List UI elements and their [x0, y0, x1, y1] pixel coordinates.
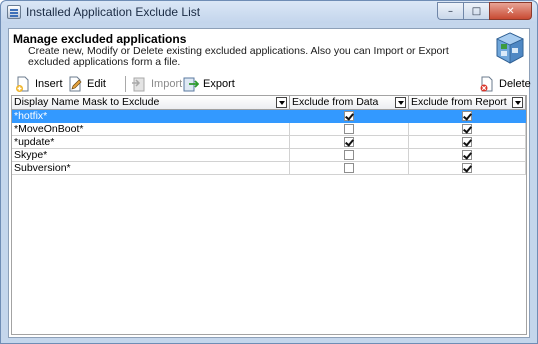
app-name-cell[interactable]: *update*	[12, 136, 290, 149]
page-title: Manage excluded applications	[13, 32, 187, 46]
exclude-report-cell	[409, 123, 526, 136]
client-area: Manage excluded applications Create new,…	[8, 28, 531, 338]
exclude-report-checkbox[interactable]	[462, 111, 472, 121]
column-header-label: Display Name Mask to Exclude	[14, 96, 160, 108]
table-row[interactable]: Skype*	[12, 149, 526, 162]
window-controls: – □ ✕	[437, 2, 532, 20]
exclude-data-cell	[290, 123, 409, 136]
edit-label: Edit	[87, 78, 106, 90]
delete-button[interactable]: Delete	[479, 75, 531, 93]
export-button[interactable]: Export	[183, 75, 235, 93]
exclude-data-checkbox[interactable]	[344, 124, 354, 134]
column-filter-dropdown-icon[interactable]	[512, 97, 523, 108]
title-bar[interactable]: Installed Application Exclude List – □ ✕	[1, 1, 537, 23]
delete-document-icon	[480, 76, 493, 92]
import-icon	[132, 77, 145, 92]
column-header-exclude-data[interactable]: Exclude from Data	[290, 96, 409, 110]
exclude-data-checkbox[interactable]	[344, 150, 354, 160]
table-row[interactable]: Subversion*	[12, 162, 526, 175]
header-panel: Manage excluded applications Create new,…	[9, 29, 529, 71]
exclude-report-checkbox[interactable]	[462, 163, 472, 173]
window-title: Installed Application Exclude List	[26, 5, 201, 19]
column-filter-dropdown-icon[interactable]	[395, 97, 406, 108]
delete-label: Delete	[499, 78, 531, 90]
exclude-data-cell	[290, 162, 409, 175]
application-cube-icon	[496, 32, 524, 64]
exclude-data-cell	[290, 110, 409, 123]
column-header-label: Exclude from Data	[292, 96, 379, 108]
edit-pencil-icon	[69, 76, 82, 92]
app-name-cell[interactable]: Subversion*	[12, 162, 290, 175]
exclude-report-checkbox[interactable]	[462, 150, 472, 160]
app-window: Installed Application Exclude List – □ ✕…	[0, 0, 538, 344]
toolbar: Insert Edit Import Export Delete	[9, 73, 531, 95]
insert-document-icon	[16, 76, 29, 92]
app-name-cell[interactable]: *MoveOnBoot*	[12, 123, 290, 136]
table-row[interactable]: *MoveOnBoot*	[12, 123, 526, 136]
close-button[interactable]: ✕	[489, 2, 532, 20]
column-filter-dropdown-icon[interactable]	[276, 97, 287, 108]
grid-header: Display Name Mask to Exclude Exclude fro…	[12, 96, 526, 110]
import-button[interactable]: Import	[131, 75, 182, 93]
app-list-icon	[7, 5, 21, 19]
exclude-report-cell	[409, 162, 526, 175]
export-label: Export	[203, 78, 235, 90]
exclude-data-checkbox[interactable]	[344, 163, 354, 173]
column-header-exclude-report[interactable]: Exclude from Report	[409, 96, 526, 110]
insert-button[interactable]: Insert	[15, 75, 63, 93]
exclude-grid[interactable]: Display Name Mask to Exclude Exclude fro…	[11, 95, 527, 335]
app-name-cell[interactable]: *hotfix*	[12, 110, 290, 123]
exclude-data-checkbox[interactable]	[344, 137, 354, 147]
column-header-label: Exclude from Report	[411, 96, 507, 108]
app-name-cell[interactable]: Skype*	[12, 149, 290, 162]
exclude-data-cell	[290, 149, 409, 162]
column-header-name[interactable]: Display Name Mask to Exclude	[12, 96, 290, 110]
exclude-report-checkbox[interactable]	[462, 124, 472, 134]
minimize-button[interactable]: –	[437, 2, 463, 20]
page-description: Create new, Modify or Delete existing ex…	[28, 45, 449, 68]
edit-button[interactable]: Edit	[67, 75, 106, 93]
export-icon	[183, 77, 199, 92]
exclude-data-cell	[290, 136, 409, 149]
insert-label: Insert	[35, 78, 63, 90]
import-label: Import	[151, 78, 183, 90]
table-row[interactable]: *update*	[12, 136, 526, 149]
exclude-report-cell	[409, 136, 526, 149]
exclude-report-checkbox[interactable]	[462, 137, 472, 147]
exclude-report-cell	[409, 149, 526, 162]
exclude-report-cell	[409, 110, 526, 123]
exclude-data-checkbox[interactable]	[344, 111, 354, 121]
maximize-button[interactable]: □	[463, 2, 489, 20]
table-row[interactable]: *hotfix*	[12, 110, 526, 123]
toolbar-separator	[125, 76, 126, 92]
